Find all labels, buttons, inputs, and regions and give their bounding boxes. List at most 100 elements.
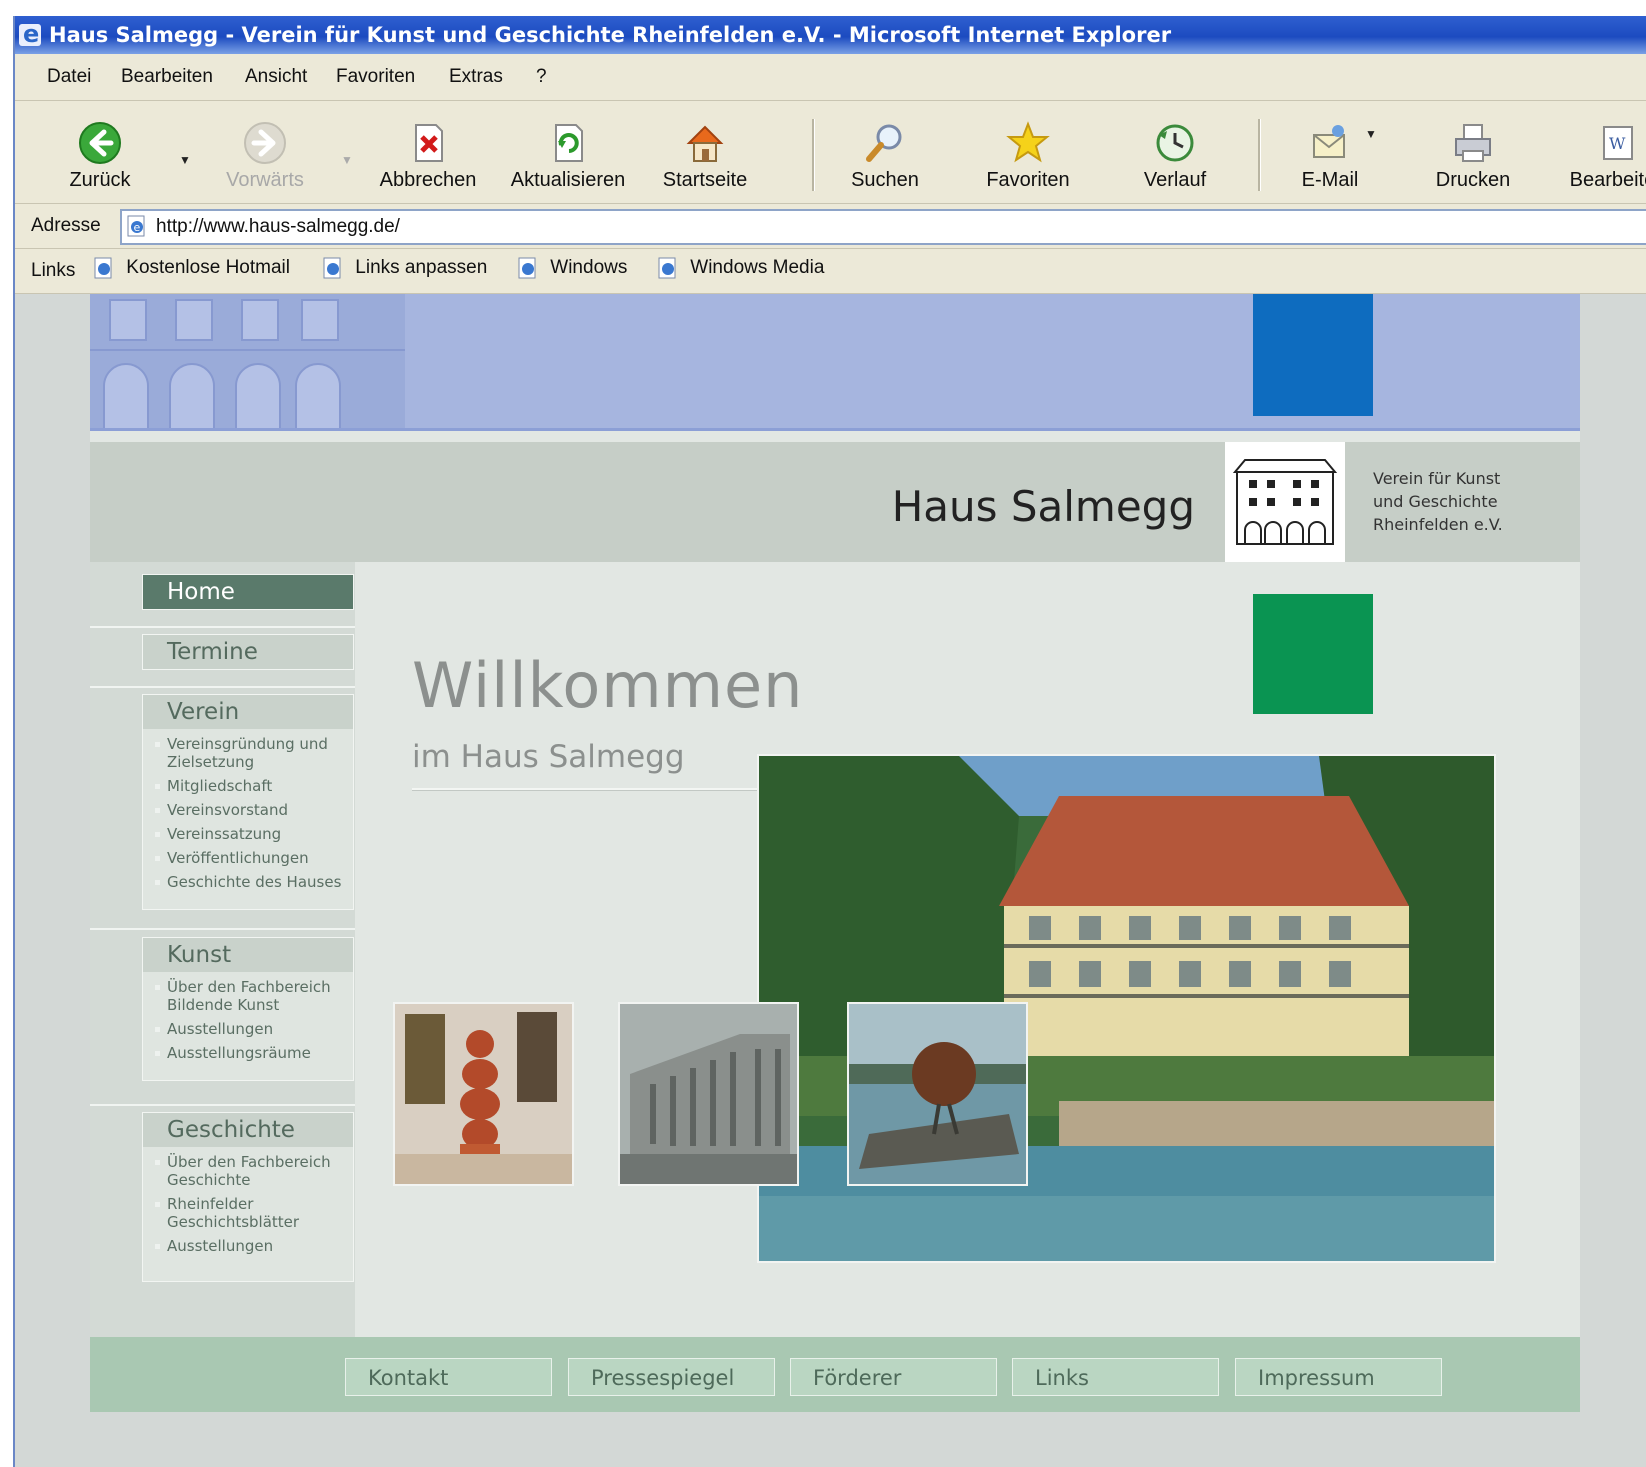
sculpture-photo (393, 1002, 574, 1186)
ie-icon (19, 16, 41, 53)
historic-building-photo (618, 1002, 799, 1186)
nav-verein-label[interactable]: Verein (143, 695, 353, 729)
website: Haus Salmegg Verein für Kunst und Geschi… (90, 294, 1580, 1412)
browser-window: Haus Salmegg - Verein für Kunst und Gesc… (13, 16, 1646, 1467)
footer-impressum[interactable]: Impressum (1235, 1358, 1442, 1396)
footer-foerderer[interactable]: Förderer (790, 1358, 997, 1396)
link-windows[interactable]: Windows (517, 257, 627, 279)
nav-subitem[interactable]: Über den Fachbereich Bildende Kunst (155, 978, 353, 1014)
star-icon (1006, 121, 1050, 163)
nav-subitem[interactable]: Vereinsgründung und Zielsetzung (155, 735, 353, 771)
link-windows-label: Windows (550, 257, 628, 278)
link-windows-media-label: Windows Media (690, 257, 825, 278)
nav-subitem[interactable]: Vereinssatzung (155, 825, 353, 843)
forward-dropdown-icon[interactable]: ▼ (341, 153, 353, 167)
nav-subitem[interactable]: Vereinsvorstand (155, 801, 353, 819)
nav-termine[interactable]: Termine (142, 634, 354, 670)
ie-page-icon (94, 257, 112, 279)
subtitle-line: Rheinfelden e.V. (1373, 515, 1503, 534)
subtitle-line: Verein für Kunst (1373, 469, 1501, 488)
link-hotmail[interactable]: Kostenlose Hotmail (93, 257, 290, 279)
nav-termine-label: Termine (143, 635, 353, 669)
window-title: Haus Salmegg - Verein für Kunst und Gesc… (49, 23, 1172, 47)
nav-home[interactable]: Home (142, 574, 354, 610)
page-viewport: Haus Salmegg Verein für Kunst und Geschi… (15, 294, 1646, 1467)
home-label: Startseite (662, 169, 748, 191)
link-windows-media[interactable]: Windows Media (657, 257, 824, 279)
nav-subitem[interactable]: Mitgliedschaft (155, 777, 353, 795)
nav-subitem[interactable]: Ausstellungen (155, 1237, 353, 1255)
svg-text:e: e (134, 221, 141, 234)
nav-kunst: Kunst Über den Fachbereich Bildende Kuns… (142, 937, 354, 1081)
svg-text:W: W (1609, 134, 1626, 153)
link-customize[interactable]: Links anpassen (322, 257, 487, 279)
footer-kontakt[interactable]: Kontakt (345, 1358, 552, 1396)
nav-subitem[interactable]: Ausstellungen (155, 1020, 353, 1038)
back-arrow-icon (79, 122, 121, 164)
page-icon: e (127, 215, 145, 237)
links-bar: Links Kostenlose Hotmail Links anpassen … (15, 249, 1646, 294)
green-square-decoration (1253, 594, 1373, 714)
history-clock-icon (1156, 124, 1194, 162)
nav-subitem[interactable]: Veröffentlichungen (155, 849, 353, 867)
print-label: Drucken (1435, 169, 1511, 191)
banner-stripe (90, 428, 1580, 431)
menu-datei[interactable]: Datei (47, 66, 91, 88)
nav-kunst-label[interactable]: Kunst (143, 938, 353, 972)
nav-subitem[interactable]: Ausstellungsräume (155, 1044, 353, 1062)
stop-icon (415, 124, 443, 162)
address-label: Adresse (31, 215, 101, 236)
footer-links[interactable]: Links (1012, 1358, 1219, 1396)
nav-geschichte-subitems: Über den Fachbereich Geschichte Rheinfel… (143, 1147, 353, 1267)
refresh-icon (555, 124, 583, 162)
toolbar-separator (812, 119, 815, 191)
mail-dropdown-icon[interactable]: ▼ (1365, 127, 1377, 141)
nav-divider (90, 626, 355, 628)
title-bar: Haus Salmegg - Verein für Kunst und Gesc… (15, 16, 1646, 54)
welcome-subheading: im Haus Salmegg (412, 739, 685, 775)
printer-icon (1455, 124, 1491, 162)
site-title: Haus Salmegg (891, 482, 1195, 531)
footer-pressespiegel[interactable]: Pressespiegel (568, 1358, 775, 1396)
back-dropdown-icon[interactable]: ▼ (179, 153, 191, 167)
nav-geschichte: Geschichte Über den Fachbereich Geschich… (142, 1112, 354, 1282)
nav-subitem[interactable]: Rheinfelder Geschichtsblätter (155, 1195, 353, 1231)
home-icon (686, 125, 724, 162)
link-customize-label: Links anpassen (355, 257, 488, 278)
search-icon (866, 124, 902, 162)
menu-favoriten[interactable]: Favoriten (336, 66, 415, 88)
site-header: Haus Salmegg Verein für Kunst und Geschi… (90, 442, 1580, 562)
menu-ansicht[interactable]: Ansicht (245, 66, 307, 88)
word-edit-icon: W (1603, 126, 1633, 160)
welcome-heading: Willkommen (412, 649, 804, 722)
forward-arrow-icon (244, 122, 286, 164)
edit-label: Bearbeiten (1569, 169, 1646, 191)
menu-extras[interactable]: Extras (449, 66, 503, 88)
back-label: Zurück (69, 169, 131, 191)
menu-bearbeiten[interactable]: Bearbeiten (121, 66, 213, 88)
nav-geschichte-label[interactable]: Geschichte (143, 1113, 353, 1147)
nav-kunst-subitems: Über den Fachbereich Bildende Kunst Auss… (143, 972, 353, 1074)
nav-subitem[interactable]: Über den Fachbereich Geschichte (155, 1153, 353, 1189)
site-subtitle: Verein für Kunst und Geschichte Rheinfel… (1373, 467, 1573, 536)
blue-square-decoration (1253, 294, 1373, 416)
toolbar-separator (1258, 119, 1261, 191)
link-hotmail-label: Kostenlose Hotmail (126, 257, 290, 278)
sphere-sculpture-photo (847, 1002, 1028, 1186)
history-label: Verlauf (1143, 169, 1207, 191)
nav-subitem[interactable]: Geschichte des Hauses (155, 873, 353, 891)
favorites-label: Favoriten (986, 169, 1070, 191)
nav-verein: Verein Vereinsgründung und Zielsetzung M… (142, 694, 354, 910)
address-input[interactable]: e http://www.haus-salmegg.de/ (120, 209, 1646, 245)
nav-divider (90, 686, 355, 688)
search-label: Suchen (851, 169, 919, 191)
footer-nav: Kontakt Pressespiegel Förderer Links Imp… (90, 1337, 1580, 1412)
links-label: Links (31, 260, 76, 281)
building-facade-graphic (90, 294, 405, 431)
subtitle-line: und Geschichte (1373, 492, 1498, 511)
mail-icon (1313, 125, 1345, 158)
nav-divider (90, 928, 355, 930)
stop-label: Abbrechen (379, 169, 477, 191)
address-url: http://www.haus-salmegg.de/ (156, 216, 400, 237)
menu-help[interactable]: ? (536, 66, 547, 88)
